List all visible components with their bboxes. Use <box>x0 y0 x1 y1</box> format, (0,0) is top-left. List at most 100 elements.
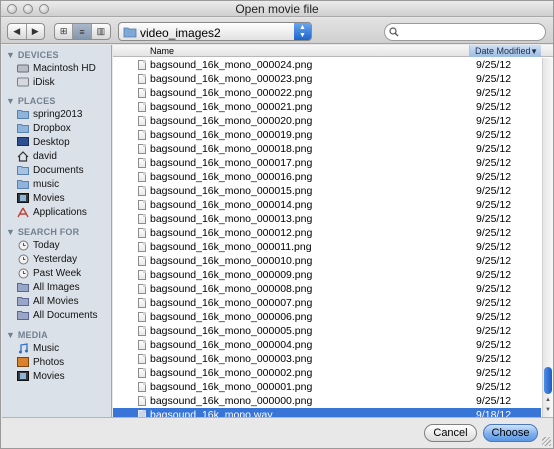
column-view-button[interactable]: ▥ <box>92 24 110 39</box>
sidebar-item-applications[interactable]: Applications <box>17 205 111 219</box>
sidebar-item-media-music[interactable]: Music <box>17 341 111 355</box>
sidebar-item-media-movies[interactable]: Movies <box>17 369 111 383</box>
sidebar-item-photos[interactable]: Photos <box>17 355 111 369</box>
choose-button[interactable]: Choose <box>483 424 538 442</box>
file-row[interactable]: bagsound_16k_mono_000015.png 9/25/12 <box>113 184 541 198</box>
file-row[interactable]: bagsound_16k_mono_000023.png 9/25/12 <box>113 72 541 86</box>
file-row[interactable]: bagsound_16k_mono_000004.png 9/25/12 <box>113 338 541 352</box>
file-name: bagsound_16k_mono_000019.png <box>150 129 313 141</box>
file-row[interactable]: bagsound_16k_mono_000020.png 9/25/12 <box>113 114 541 128</box>
file-name: bagsound_16k_mono_000021.png <box>150 101 313 113</box>
image-file-icon <box>138 74 146 84</box>
file-row[interactable]: bagsound_16k_mono_000005.png 9/25/12 <box>113 324 541 338</box>
forward-button[interactable]: ▶ <box>27 24 45 39</box>
scroll-up-icon[interactable]: ▲ <box>543 395 553 405</box>
folder-icon <box>17 109 29 120</box>
sidebar-item-all-documents[interactable]: All Documents <box>17 308 111 322</box>
sidebar-item-yesterday[interactable]: Yesterday <box>17 252 111 266</box>
image-file-icon <box>138 186 146 196</box>
file-row[interactable]: bagsound_16k_mono_000024.png 9/25/12 <box>113 58 541 72</box>
file-row[interactable]: bagsound_16k_mono.wav 9/18/12 <box>113 408 541 417</box>
clock-icon <box>17 240 29 251</box>
file-name: bagsound_16k_mono_000013.png <box>150 213 313 225</box>
file-date-modified: 9/25/12 <box>476 59 512 71</box>
file-name: bagsound_16k_mono_000008.png <box>150 283 313 295</box>
photos-icon <box>17 357 29 368</box>
sidebar-item-idisk[interactable]: iDisk <box>17 75 111 89</box>
smart-folder-icon <box>17 310 29 321</box>
file-date-modified: 9/25/12 <box>476 185 512 197</box>
sidebar-item-spring2013[interactable]: spring2013 <box>17 107 111 121</box>
file-row[interactable]: bagsound_16k_mono_000012.png 9/25/12 <box>113 226 541 240</box>
image-file-icon <box>138 102 146 112</box>
resize-grip-icon[interactable] <box>542 437 551 446</box>
sidebar-item-macintosh-hd[interactable]: Macintosh HD <box>17 61 111 75</box>
file-name: bagsound_16k_mono_000009.png <box>150 269 313 281</box>
file-date-modified: 9/25/12 <box>476 101 512 113</box>
file-row[interactable]: bagsound_16k_mono_000002.png 9/25/12 <box>113 366 541 380</box>
image-file-icon <box>138 298 146 308</box>
sidebar-item-past-week[interactable]: Past Week <box>17 266 111 280</box>
file-date-modified: 9/25/12 <box>476 367 512 379</box>
sidebar-item-desktop[interactable]: Desktop <box>17 135 111 149</box>
file-row[interactable]: bagsound_16k_mono_000021.png 9/25/12 <box>113 100 541 114</box>
cancel-button[interactable]: Cancel <box>424 424 477 442</box>
icon-view-button[interactable]: ⊞ <box>55 24 74 39</box>
list-view-button[interactable]: ≡ <box>73 24 92 39</box>
sidebar-item-music[interactable]: music <box>17 177 111 191</box>
file-row[interactable]: bagsound_16k_mono_000003.png 9/25/12 <box>113 352 541 366</box>
back-forward-control: ◀ ▶ <box>7 23 45 40</box>
file-date-modified: 9/25/12 <box>476 143 512 155</box>
sidebar-item-david[interactable]: david <box>17 149 111 163</box>
folder-icon <box>17 179 29 190</box>
image-file-icon <box>138 116 146 126</box>
column-header-date-modified[interactable]: Date Modified ▼ <box>470 45 541 57</box>
file-row[interactable]: bagsound_16k_mono_000011.png 9/25/12 <box>113 240 541 254</box>
search-input[interactable] <box>401 26 541 39</box>
music-icon <box>17 342 29 354</box>
file-row[interactable]: bagsound_16k_mono_000016.png 9/25/12 <box>113 170 541 184</box>
column-header-name[interactable]: Name <box>113 45 470 57</box>
file-row[interactable]: bagsound_16k_mono_000006.png 9/25/12 <box>113 310 541 324</box>
file-row[interactable]: bagsound_16k_mono_000000.png 9/25/12 <box>113 394 541 408</box>
file-name: bagsound_16k_mono_000004.png <box>150 339 313 351</box>
file-date-modified: 9/25/12 <box>476 297 512 309</box>
file-date-modified: 9/25/12 <box>476 283 512 295</box>
documents-icon <box>17 165 29 176</box>
search-field[interactable] <box>384 23 546 41</box>
sidebar-item-all-images[interactable]: All Images <box>17 280 111 294</box>
file-date-modified: 9/25/12 <box>476 395 512 407</box>
back-button[interactable]: ◀ <box>8 24 27 39</box>
smart-folder-icon <box>17 296 29 307</box>
file-name: bagsound_16k_mono_000023.png <box>150 73 313 85</box>
file-row[interactable]: bagsound_16k_mono_000008.png 9/25/12 <box>113 282 541 296</box>
vertical-scrollbar[interactable]: ▲ ▼ <box>542 58 553 417</box>
file-row[interactable]: bagsound_16k_mono_000013.png 9/25/12 <box>113 212 541 226</box>
sidebar-item-documents[interactable]: Documents <box>17 163 111 177</box>
image-file-icon <box>138 368 146 378</box>
file-row[interactable]: bagsound_16k_mono_000007.png 9/25/12 <box>113 296 541 310</box>
sidebar-item-dropbox[interactable]: Dropbox <box>17 121 111 135</box>
scroll-down-icon[interactable]: ▼ <box>543 405 553 415</box>
file-row[interactable]: bagsound_16k_mono_000001.png 9/25/12 <box>113 380 541 394</box>
sidebar-item-movies[interactable]: Movies <box>17 191 111 205</box>
file-name: bagsound_16k_mono_000003.png <box>150 353 313 365</box>
file-row[interactable]: bagsound_16k_mono_000022.png 9/25/12 <box>113 86 541 100</box>
popup-arrows-icon: ▲ ▼ <box>294 23 311 40</box>
sidebar-item-today[interactable]: Today <box>17 238 111 252</box>
image-file-icon <box>138 326 146 336</box>
location-popup[interactable]: video_images2 ▲ ▼ <box>118 22 312 41</box>
home-icon <box>17 150 29 162</box>
file-row[interactable]: bagsound_16k_mono_000010.png 9/25/12 <box>113 254 541 268</box>
file-row[interactable]: bagsound_16k_mono_000019.png 9/25/12 <box>113 128 541 142</box>
file-row[interactable]: bagsound_16k_mono_000009.png 9/25/12 <box>113 268 541 282</box>
scrollbar-thumb[interactable] <box>544 367 552 394</box>
file-name: bagsound_16k_mono_000002.png <box>150 367 313 379</box>
file-list: Name Date Modified ▼ bagsound_16k_mono_0… <box>113 45 553 417</box>
file-name: bagsound_16k_mono_000011.png <box>150 241 312 253</box>
toolbar: ◀ ▶ ⊞ ≡ ▥ video_images2 ▲ ▼ <box>1 18 553 44</box>
file-row[interactable]: bagsound_16k_mono_000014.png 9/25/12 <box>113 198 541 212</box>
file-row[interactable]: bagsound_16k_mono_000018.png 9/25/12 <box>113 142 541 156</box>
file-row[interactable]: bagsound_16k_mono_000017.png 9/25/12 <box>113 156 541 170</box>
sidebar-item-all-movies[interactable]: All Movies <box>17 294 111 308</box>
